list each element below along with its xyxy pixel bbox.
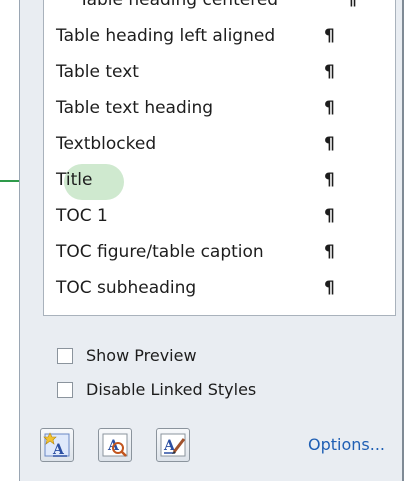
show-preview-label: Show Preview	[86, 346, 197, 365]
style-item-label: Textblocked	[56, 134, 157, 154]
styles-list-box: Table heading centered ¶ Table heading l…	[43, 0, 396, 316]
style-item-label: TOC subheading	[56, 278, 197, 298]
style-item-table-text-heading[interactable]: Table text heading ¶	[44, 92, 374, 128]
paragraph-mark-icon: ¶	[324, 278, 335, 298]
paragraph-mark-icon: ¶	[324, 134, 335, 154]
paragraph-mark-icon: ¶	[324, 170, 335, 190]
new-style-button[interactable]: A	[40, 428, 74, 462]
styles-pane: Table heading centered ¶ Table heading l…	[19, 0, 404, 481]
style-item-table-text[interactable]: Table text ¶	[44, 56, 374, 92]
style-item-toc-1[interactable]: TOC 1 ¶	[44, 200, 374, 236]
style-item-label: Table heading left aligned	[56, 26, 276, 46]
style-item-title[interactable]: Title ¶	[44, 164, 374, 200]
paragraph-mark-icon: ¶	[324, 26, 335, 46]
style-item-label: Table text	[56, 62, 139, 82]
disable-linked-styles-label: Disable Linked Styles	[86, 380, 257, 399]
style-item-label: Table text heading	[56, 98, 214, 118]
paragraph-mark-icon: ¶	[346, 0, 357, 10]
options-link[interactable]: Options...	[308, 435, 385, 454]
style-inspector-button[interactable]: A	[98, 428, 132, 462]
style-inspector-icon: A	[102, 433, 128, 457]
style-item-label: Title	[56, 170, 93, 190]
paragraph-mark-icon: ¶	[324, 242, 335, 262]
disable-linked-styles-checkbox[interactable]	[57, 382, 73, 398]
manage-styles-icon: A	[160, 433, 186, 457]
style-item-table-heading-left-aligned[interactable]: Table heading left aligned ¶	[44, 20, 374, 56]
style-item-toc-figure-table-caption[interactable]: TOC figure/table caption ¶	[44, 236, 374, 272]
new-style-icon: A	[43, 432, 70, 458]
style-item-textblocked[interactable]: Textblocked ¶	[44, 128, 374, 164]
manage-styles-button[interactable]: A	[156, 428, 190, 462]
paragraph-mark-icon: ¶	[324, 98, 335, 118]
style-item-toc-subheading[interactable]: TOC subheading ¶	[44, 272, 374, 308]
style-item-label: TOC figure/table caption	[56, 242, 264, 262]
styles-list: Table heading centered ¶ Table heading l…	[44, 0, 374, 315]
paragraph-mark-icon: ¶	[324, 206, 335, 226]
show-preview-checkbox[interactable]	[57, 348, 73, 364]
clipped-style-label: Table heading centered	[79, 0, 279, 10]
style-item-label: TOC 1	[56, 206, 108, 226]
paragraph-mark-icon: ¶	[324, 62, 335, 82]
